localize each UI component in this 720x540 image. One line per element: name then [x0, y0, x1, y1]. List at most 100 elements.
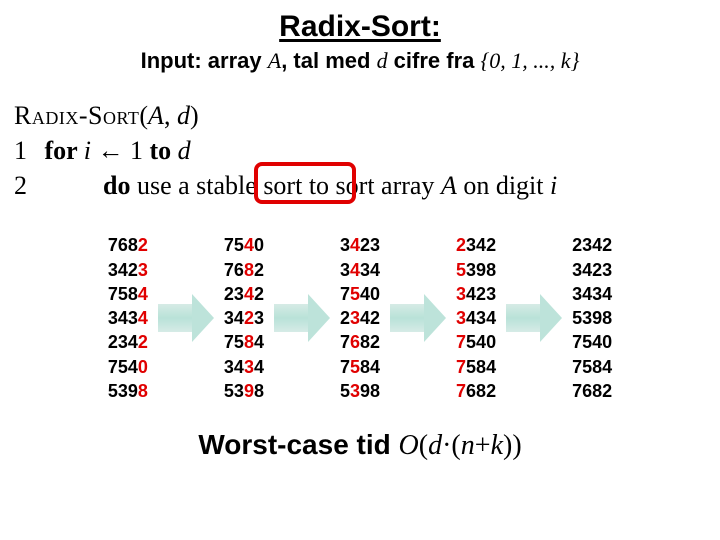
digit-seg: 4 [254, 355, 264, 379]
kw-do: do [103, 171, 137, 200]
digit-seg: 3 [350, 379, 360, 403]
digit-seg: 7 [340, 282, 350, 306]
number-row: 5398 [108, 379, 148, 403]
digit-seg: 7 [340, 355, 350, 379]
pseudocode-block: Radix-Sort(A, d) 1 for i ← 1 to d 2 do u… [14, 98, 706, 203]
digit-seg: 539 [108, 379, 138, 403]
digit-seg: 758 [108, 282, 138, 306]
digit-seg: 2 [340, 306, 350, 330]
paren-open: ( [419, 430, 428, 461]
digit-seg: 3423 [572, 258, 612, 282]
digit-seg: 7 [340, 330, 350, 354]
digit-seg: 3 [254, 306, 264, 330]
line-number: 2 [14, 168, 38, 203]
arrow-icon [388, 258, 448, 378]
digit-seg: 3 [456, 306, 466, 330]
digit-seg: 343 [108, 306, 138, 330]
digit-seg: 8 [254, 379, 264, 403]
kw-for: for [45, 136, 84, 165]
number-row: 7540 [108, 355, 148, 379]
complexity-expr: O(d·(n+k)) [399, 430, 522, 461]
digit-seg: 98 [360, 379, 380, 403]
number-row: 3423 [572, 258, 612, 282]
number-row: 3434 [572, 282, 612, 306]
digit-seg: 584 [466, 355, 496, 379]
subtitle-suffix: cifre fra [388, 48, 481, 73]
digit-seg: 0 [138, 355, 148, 379]
digit-seg: 3 [340, 233, 350, 257]
digit-seg: 398 [466, 258, 496, 282]
digit-seg: 2 [456, 233, 466, 257]
digit-seg: 4 [244, 233, 254, 257]
number-row: 7584 [572, 355, 612, 379]
plus: + [475, 430, 491, 461]
digit-seg: 754 [108, 355, 138, 379]
digit-seg: 76 [224, 258, 244, 282]
pass-col-1: 7540768223423423758434345398 [224, 233, 264, 403]
var-d: d [428, 430, 442, 461]
digit-seg: 2342 [572, 233, 612, 257]
digit-seg: 7 [456, 379, 466, 403]
number-row: 7682 [340, 330, 380, 354]
number-row: 3423 [224, 306, 264, 330]
digit-seg: 7682 [572, 379, 612, 403]
digit-seg: 3 [138, 258, 148, 282]
var-A: A [441, 171, 457, 200]
digit-seg: 3434 [572, 282, 612, 306]
number-row: 2342 [572, 233, 612, 257]
pass-col-0: 7682342375843434234275405398 [108, 233, 148, 403]
number-row: 7540 [224, 233, 264, 257]
digit-seg: 9 [244, 379, 254, 403]
passes-row: 7682342375843434234275405398 75407682234… [0, 233, 720, 403]
digit-seg: 5 [340, 379, 350, 403]
digit-seg: 23 [224, 282, 244, 306]
digit-seg: 34 [224, 355, 244, 379]
pseudocode-line-2: 2 do use a stable sort to sort array A o… [14, 168, 706, 203]
number-row: 7584 [108, 282, 148, 306]
arrow-icon [504, 258, 564, 378]
pass-col-4: 2342342334345398754075847682 [572, 233, 612, 403]
digit-seg: 342 [108, 258, 138, 282]
digit-seg: 40 [360, 282, 380, 306]
digit-seg: 7 [456, 330, 466, 354]
pass-col-3: 2342539834233434754075847682 [456, 233, 496, 403]
digit-seg: 7540 [572, 330, 612, 354]
var-i: i [84, 136, 91, 165]
number-row: 3434 [456, 306, 496, 330]
subtitle-prefix: Input: array [141, 48, 268, 73]
number-row: 3434 [224, 355, 264, 379]
digit-seg: 3 [350, 306, 360, 330]
arrow-assign: ← 1 [91, 136, 150, 165]
digit-seg: 5 [350, 355, 360, 379]
complexity-label: Worst-case tid [198, 429, 398, 460]
complexity-line: Worst-case tid O(d·(n+k)) [0, 429, 720, 462]
digit-seg: 3 [340, 258, 350, 282]
arrow-icon [156, 258, 216, 378]
text-rest2: on digit [457, 171, 550, 200]
pseudocode-head: Radix-Sort(A, d) [14, 98, 706, 133]
digit-seg: 4 [254, 330, 264, 354]
digit-seg: 4 [244, 282, 254, 306]
arg-A: A [148, 101, 164, 130]
digit-seg: 4 [138, 282, 148, 306]
var-d: d [178, 136, 191, 165]
paren-close: )) [503, 430, 522, 461]
pass-col-2: 3423343475402342768275845398 [340, 233, 380, 403]
number-row: 2342 [456, 233, 496, 257]
digit-seg: 23 [360, 233, 380, 257]
digit-seg: 82 [360, 330, 380, 354]
digit-seg: 5 [456, 258, 466, 282]
digit-seg: 2 [254, 282, 264, 306]
digit-seg: 5 [350, 282, 360, 306]
digit-seg: 2 [138, 233, 148, 257]
big-O: O [399, 430, 419, 461]
digit-seg: 75 [224, 233, 244, 257]
number-row: 7682 [572, 379, 612, 403]
number-row: 7682 [224, 258, 264, 282]
number-row: 7584 [224, 330, 264, 354]
number-row: 7540 [340, 282, 380, 306]
digit-seg: 34 [360, 258, 380, 282]
algo-name: Radix-Sort [14, 101, 139, 130]
number-row: 7682 [108, 233, 148, 257]
number-row: 7682 [456, 379, 496, 403]
